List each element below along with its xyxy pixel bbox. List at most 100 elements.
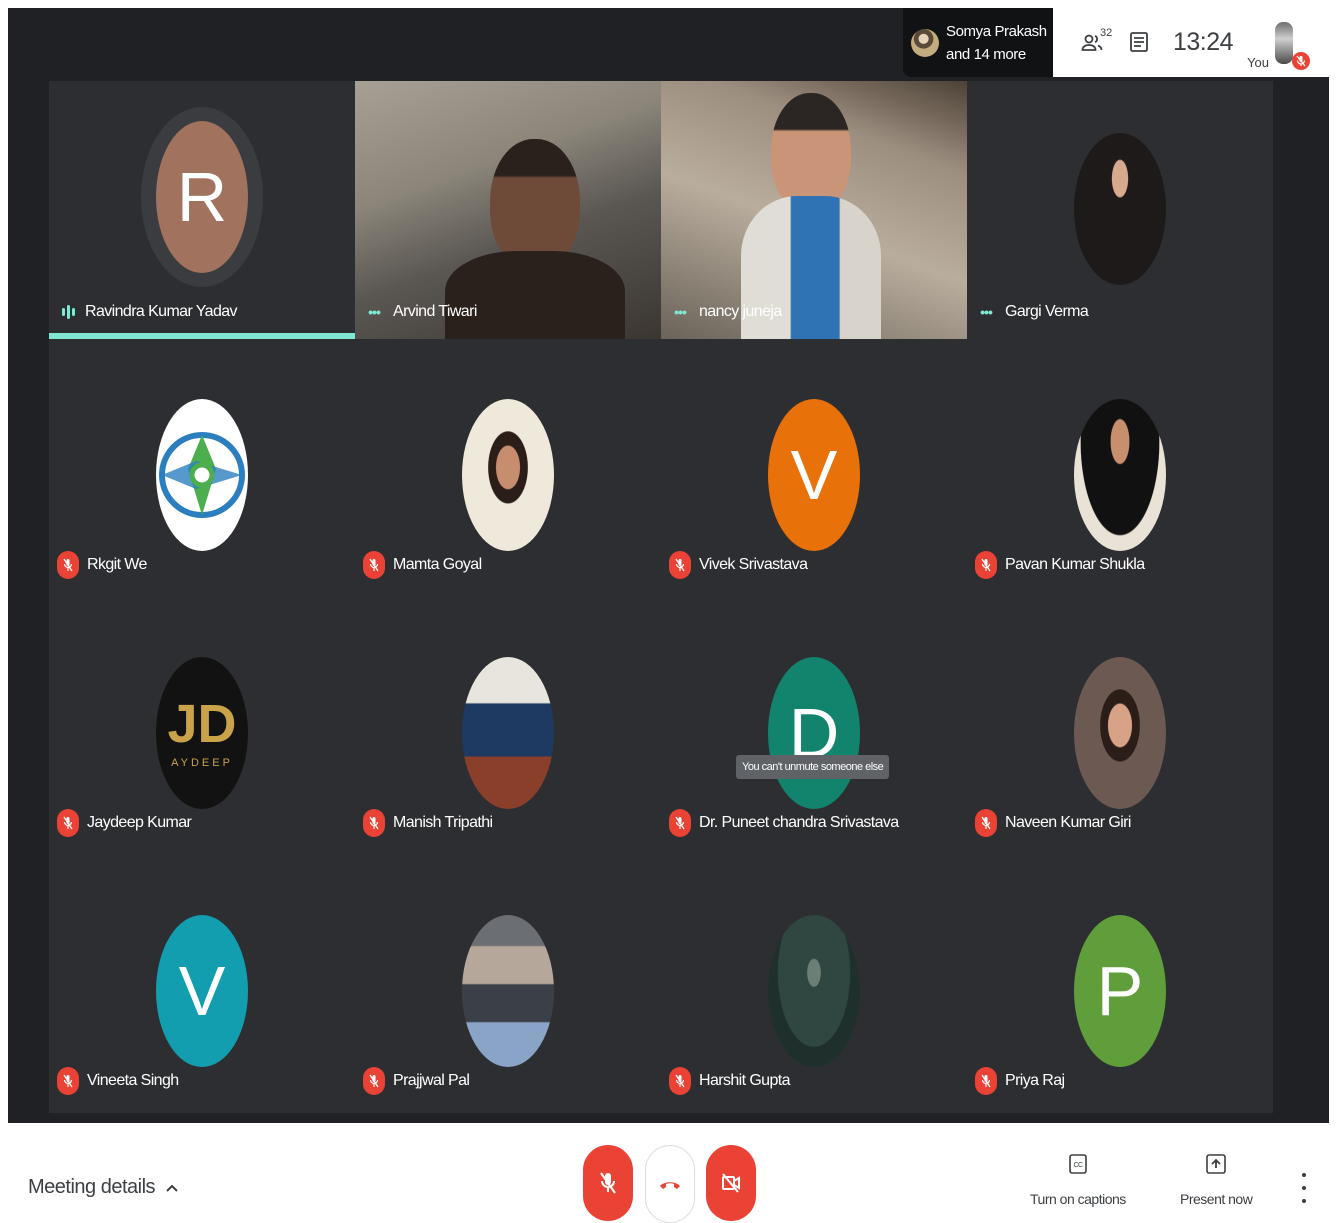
self-mic-off-icon <box>1292 52 1311 70</box>
participant-tile[interactable]: Rkgit We <box>49 339 355 597</box>
participant-tile[interactable]: Harshit Gupta <box>661 855 967 1113</box>
participant-photo <box>462 915 554 1067</box>
unmute-tooltip: You can't unmute someone else <box>736 755 890 779</box>
participant-tile[interactable]: V Vivek Srivastava <box>661 339 967 597</box>
participant-tile[interactable]: Manish Tripathi <box>355 597 661 855</box>
more-dot <box>1302 1173 1306 1177</box>
participant-name-row: Rkgit We <box>57 551 147 579</box>
mic-off-icon <box>975 551 997 579</box>
presenter-chip[interactable]: Somya Prakash and 14 more <box>903 8 1053 77</box>
svg-text:CC: CC <box>1073 1162 1083 1169</box>
participant-name: Vivek Srivastava <box>699 556 808 573</box>
participant-name-row: ••• Gargi Verma <box>975 303 1089 321</box>
participant-name: Vineeta Singh <box>87 1072 179 1089</box>
mic-off-icon <box>57 1067 79 1095</box>
participant-tile[interactable]: V Vineeta Singh <box>49 855 355 1113</box>
mic-off-icon[interactable] <box>669 809 691 837</box>
participant-name-row: Pavan Kumar Shukla <box>975 551 1145 579</box>
participant-tile[interactable]: JD AYDEEP Jaydeep Kumar <box>49 597 355 855</box>
participant-photo <box>1074 133 1166 285</box>
participant-name-row: ••• Arvind Tiwari <box>363 303 477 321</box>
participant-tile[interactable]: Mamta Goyal <box>355 339 661 597</box>
avatar-logo-text: JD <box>167 694 237 754</box>
participant-tile[interactable]: D You can't unmute someone else Dr. Pune… <box>661 597 967 855</box>
more-options-button[interactable] <box>1294 1173 1314 1203</box>
presenter-avatar <box>911 28 939 57</box>
participant-name: Ravindra Kumar Yadav <box>85 303 238 320</box>
participant-name-row: Vineeta Singh <box>57 1067 179 1095</box>
participant-tile[interactable]: ••• nancy juneja <box>661 81 967 346</box>
camera-toggle-button[interactable] <box>706 1145 756 1221</box>
avatar-initial: D <box>768 657 860 809</box>
self-view[interactable]: You <box>1241 8 1311 77</box>
captions-label: Turn on captions <box>1030 1191 1126 1207</box>
participant-tile[interactable]: P Priya Raj <box>967 855 1273 1113</box>
participant-name-row: Naveen Kumar Giri <box>975 809 1131 837</box>
captions-button[interactable]: CC Turn on captions <box>1030 1153 1126 1207</box>
participant-name-row: ••• nancy juneja <box>669 303 782 321</box>
more-options-icon: ••• <box>674 304 687 320</box>
presenter-more: and 14 more <box>946 45 1026 63</box>
more-dot <box>1302 1186 1306 1190</box>
participant-tile[interactable]: Pavan Kumar Shukla <box>967 339 1273 597</box>
participant-name-row: Manish Tripathi <box>363 809 493 837</box>
present-icon <box>1206 1154 1226 1174</box>
presenter-text: Somya Prakash and 14 more <box>946 20 1047 66</box>
participant-name-row: Ravindra Kumar Yadav <box>57 303 238 321</box>
chat-button[interactable] <box>1117 31 1161 55</box>
meeting-details-label: Meeting details <box>28 1176 156 1198</box>
mic-off-icon <box>363 1067 385 1095</box>
participant-name: Dr. Puneet chandra Srivastava <box>699 814 899 831</box>
presenter-name: Somya Prakash <box>946 22 1047 40</box>
present-label: Present now <box>1180 1191 1253 1207</box>
participant-name-row: Vivek Srivastava <box>669 551 808 579</box>
participant-video <box>771 93 851 213</box>
participant-name-row: Harshit Gupta <box>669 1067 791 1095</box>
participant-tile[interactable]: ••• Arvind Tiwari <box>355 81 661 351</box>
participant-name-row: Prajjwal Pal <box>363 1067 470 1095</box>
participant-name-row: Dr. Puneet chandra Srivastava <box>669 809 899 837</box>
participant-name: Jaydeep Kumar <box>87 814 192 831</box>
leave-call-button[interactable] <box>645 1145 695 1223</box>
participant-photo <box>462 657 554 809</box>
mic-off-icon <box>669 551 691 579</box>
participant-photo <box>462 399 554 551</box>
mic-off-icon <box>975 1067 997 1095</box>
self-thumbnail <box>1275 22 1294 64</box>
participant-name: Mamta Goyal <box>393 556 482 573</box>
more-options-icon: ••• <box>980 304 993 320</box>
participant-tile[interactable]: R Ravindra Kumar Yadav <box>49 81 355 339</box>
people-count: 32 <box>1100 27 1113 39</box>
microphone-toggle-button[interactable] <box>583 1145 633 1221</box>
participant-tile[interactable]: Naveen Kumar Giri <box>967 597 1273 855</box>
participant-name-row: Jaydeep Kumar <box>57 809 192 837</box>
info-bar: 32 13:24 You <box>1053 8 1329 77</box>
avatar-logo-subtext: AYDEEP <box>171 757 233 769</box>
avatar-initial: V <box>156 915 248 1067</box>
participant-name: Harshit Gupta <box>699 1072 791 1089</box>
camera-off-icon <box>722 1173 740 1193</box>
participant-tile[interactable]: ••• Gargi Verma <box>967 81 1273 339</box>
mic-off-icon <box>669 1067 691 1095</box>
participant-video-body <box>741 196 881 346</box>
hang-up-icon <box>660 1182 680 1189</box>
participant-photo <box>156 399 248 551</box>
meeting-details-button[interactable]: Meeting details <box>28 1176 179 1199</box>
mic-off-icon <box>57 551 79 579</box>
participant-photo <box>768 915 860 1067</box>
people-button[interactable]: 32 <box>1067 8 1117 77</box>
participant-name-row: Mamta Goyal <box>363 551 482 579</box>
more-dot <box>1302 1199 1306 1203</box>
participant-photo <box>1074 399 1166 551</box>
participant-video-body <box>445 251 625 351</box>
participant-name: Naveen Kumar Giri <box>1005 814 1131 831</box>
more-options-icon: ••• <box>368 304 381 320</box>
present-now-button[interactable]: Present now <box>1180 1153 1253 1207</box>
speaking-indicator-icon <box>57 305 79 319</box>
participant-name: Prajjwal Pal <box>393 1072 470 1089</box>
participant-name-row: Priya Raj <box>975 1067 1065 1095</box>
mic-off-icon <box>600 1172 616 1194</box>
participant-avatar: R <box>141 107 263 287</box>
participant-tile[interactable]: Prajjwal Pal <box>355 855 661 1113</box>
participant-photo: JD AYDEEP <box>156 657 248 809</box>
